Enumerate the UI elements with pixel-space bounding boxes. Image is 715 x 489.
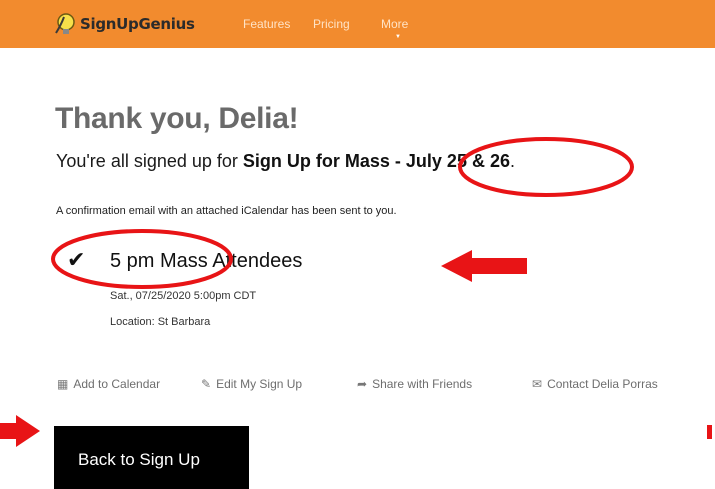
add-to-calendar-label: Add to Calendar [73,377,161,391]
signupgenius-logo[interactable]: SignUpGenius [52,8,195,40]
checkmark-icon: ✔ [67,247,86,272]
share-with-friends-label: Share with Friends [372,377,473,391]
nav-more[interactable]: More [381,17,408,31]
slot-location: Location: St Barbara [110,316,211,328]
calendar-icon: ▦ [57,377,69,391]
top-nav-bar: SignUpGenius Features Pricing More ▼ [0,0,715,48]
slot-title: 5 pm Mass Attendees [110,250,303,272]
signup-name: Sign Up for Mass - July 25 & 26 [242,151,510,171]
add-to-calendar-link[interactable]: ▦ Add to Calendar [57,377,160,391]
share-with-friends-link[interactable]: ➦ Share with Friends [357,377,472,391]
annotation-arrow-right [0,415,40,447]
lightbulb-icon [55,13,75,34]
envelope-icon: ✉ [532,377,543,391]
back-to-signup-button[interactable]: Back to Sign Up [54,426,249,489]
annotation-arrow-left [441,250,527,282]
logo-text: SignUpGenius [80,15,195,33]
contact-organizer-link[interactable]: ✉ Contact Delia Porras [532,377,658,391]
edit-my-signup-link[interactable]: ✎ Edit My Sign Up [201,377,302,391]
nav-features[interactable]: Features [243,17,290,31]
chevron-down-icon[interactable]: ▼ [395,34,401,40]
annotation-marker [707,425,712,439]
page-title: Thank you, Delia! [55,102,299,135]
signup-confirmation-heading: You're all signed up for Sign Up for Mas… [56,151,515,172]
share-arrow-icon: ➦ [357,377,368,391]
subtitle-prefix: You're all signed up for [56,151,243,171]
annotation-overlay [0,137,634,447]
contact-organizer-label: Contact Delia Porras [547,377,658,391]
confirmation-email-note: A confirmation email with an attached iC… [56,205,397,217]
edit-my-signup-label: Edit My Sign Up [216,377,303,391]
nav-pricing[interactable]: Pricing [313,17,350,31]
subtitle-suffix: . [509,151,515,171]
slot-date: Sat., 07/25/2020 5:00pm CDT [110,290,257,302]
pencil-icon: ✎ [201,377,212,391]
